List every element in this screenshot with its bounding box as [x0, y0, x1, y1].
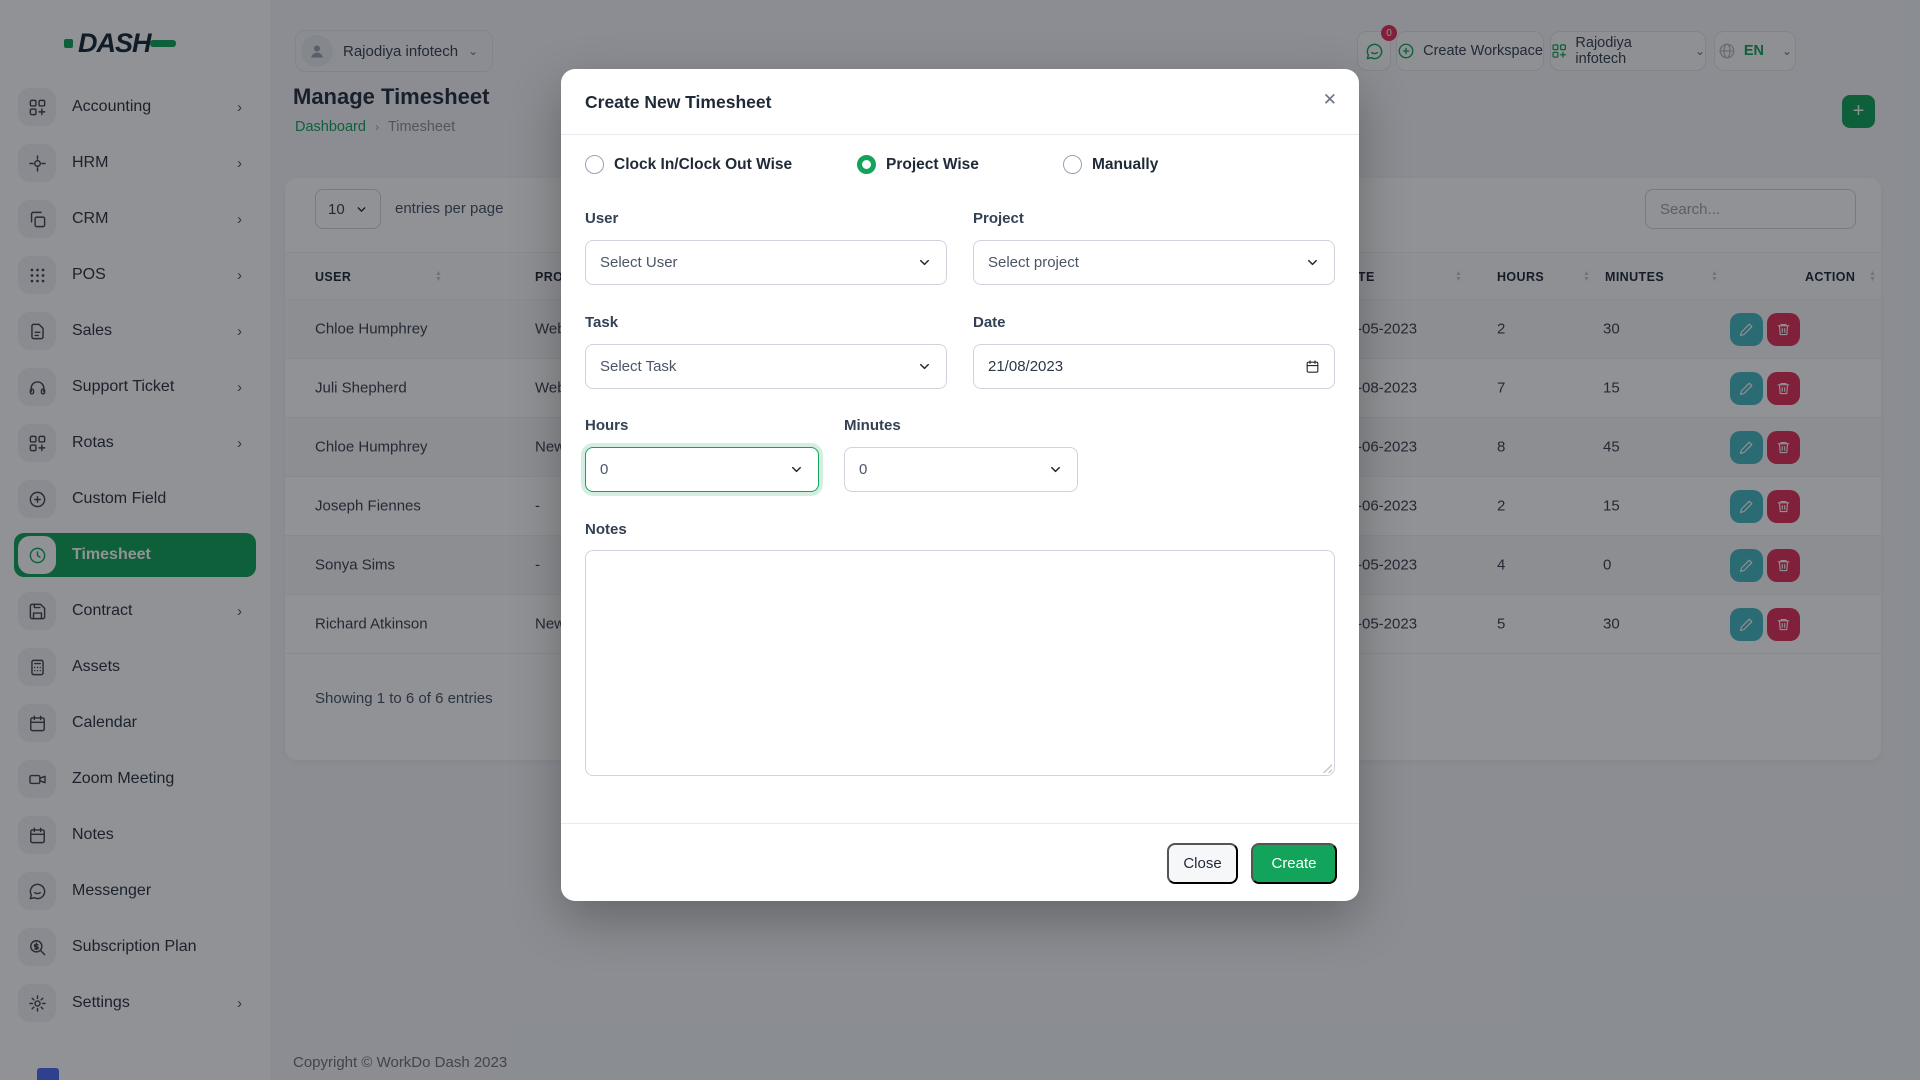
radio-clock-in-clock-out-wise[interactable]: Clock In/Clock Out Wise [585, 155, 792, 174]
project-select[interactable]: Select project [973, 240, 1335, 285]
chevron-down-icon [917, 255, 932, 270]
user-select[interactable]: Select User [585, 240, 947, 285]
minutes-label: Minutes [844, 417, 901, 434]
project-select-value: Select project [988, 254, 1079, 271]
calendar-icon [1305, 359, 1320, 374]
radio-label: Project Wise [886, 156, 979, 174]
radio-icon [1063, 155, 1082, 174]
hours-select[interactable]: 0 [585, 447, 819, 492]
task-select[interactable]: Select Task [585, 344, 947, 389]
modal-header: Create New Timesheet ✕ [561, 69, 1359, 135]
close-icon[interactable]: ✕ [1323, 90, 1337, 110]
radio-label: Manually [1092, 156, 1158, 174]
date-label: Date [973, 314, 1006, 331]
radio-icon [585, 155, 604, 174]
hours-select-value: 0 [600, 461, 608, 478]
chevron-down-icon [917, 359, 932, 374]
task-select-value: Select Task [600, 358, 676, 375]
date-input[interactable]: 21/08/2023 [973, 344, 1335, 389]
timesheet-type-radio-group: Clock In/Clock Out Wise Project Wise Manua… [561, 155, 1359, 183]
user-select-value: Select User [600, 254, 678, 271]
create-button[interactable]: Create [1251, 843, 1337, 884]
radio-icon [857, 155, 876, 174]
radio-manually[interactable]: Manually [1063, 155, 1158, 174]
hours-label: Hours [585, 417, 628, 434]
modal-title: Create New Timesheet [585, 69, 771, 135]
user-label: User [585, 210, 618, 227]
notes-label: Notes [585, 521, 627, 538]
minutes-select[interactable]: 0 [844, 447, 1078, 492]
create-timesheet-modal: Create New Timesheet ✕ Clock In/Clock Ou… [561, 69, 1359, 901]
task-label: Task [585, 314, 618, 331]
radio-project-wise[interactable]: Project Wise [857, 155, 979, 174]
modal-footer: Close Create [561, 823, 1359, 901]
close-button[interactable]: Close [1167, 843, 1238, 884]
chevron-down-icon [1048, 462, 1063, 477]
project-label: Project [973, 210, 1024, 227]
chevron-down-icon [1305, 255, 1320, 270]
chevron-down-icon [789, 462, 804, 477]
notes-field-wrap [585, 550, 1335, 776]
radio-label: Clock In/Clock Out Wise [614, 156, 792, 174]
date-value: 21/08/2023 [988, 358, 1063, 375]
notes-textarea[interactable] [585, 550, 1335, 776]
minutes-select-value: 0 [859, 461, 867, 478]
